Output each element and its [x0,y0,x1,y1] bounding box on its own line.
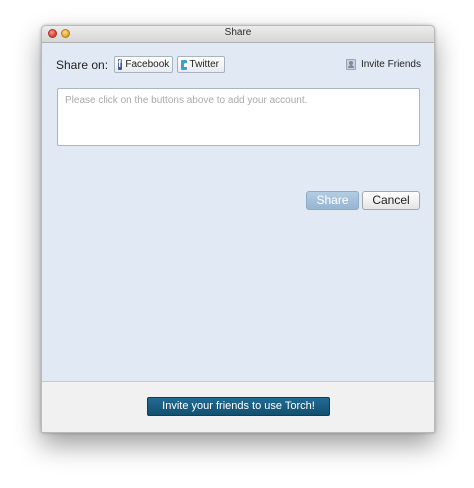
person-icon [345,59,356,70]
cancel-button[interactable]: Cancel [362,191,420,210]
invite-friends-link[interactable]: Invite Friends [345,59,421,70]
share-button[interactable]: Share [306,191,359,210]
facebook-icon: f [118,59,123,70]
invite-friends-label: Invite Friends [360,59,421,70]
share-on-label: Share on: [56,58,109,72]
twitter-button-label: Twitter [189,59,219,70]
twitter-button[interactable]: Twitter [177,56,225,73]
facebook-button-label: Facebook [125,59,170,70]
facebook-button[interactable]: f Facebook [114,56,173,73]
footer-bar: Invite your friends to use Torch! [42,381,434,432]
share-message-input[interactable] [57,88,420,146]
share-panel: Share on: f Facebook Twitter Invite Frie… [42,43,434,381]
title-bar[interactable]: Share [42,26,434,43]
twitter-icon [181,59,188,70]
window-title: Share [224,27,252,38]
share-window: Share Share on: f Facebook Twitter Invit… [41,25,435,433]
invite-friends-to-torch-button[interactable]: Invite your friends to use Torch! [147,397,330,416]
